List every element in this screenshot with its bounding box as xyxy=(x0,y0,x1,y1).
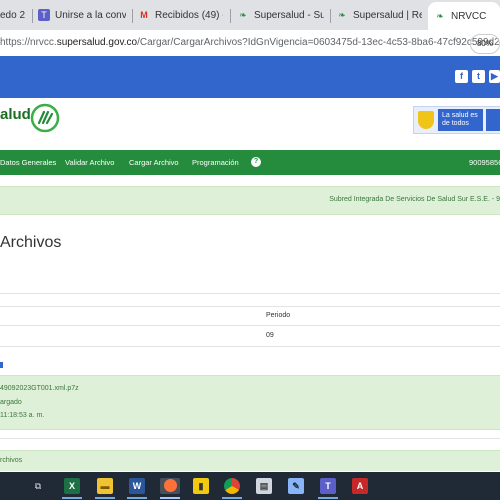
nav-cargar-archivo[interactable]: Cargar Archivo xyxy=(129,158,179,167)
gov-header-bar: f t ▶ xyxy=(0,56,500,98)
excel-icon[interactable]: X xyxy=(64,478,80,494)
supersalud-icon: ❧ xyxy=(338,10,346,20)
file-name: 49092023GT001.xml.p7z xyxy=(0,385,79,392)
browser-tab[interactable]: T Unirse a la conver ✕ xyxy=(38,3,126,27)
notepad-icon[interactable]: ✎ xyxy=(288,478,304,494)
youtube-icon[interactable]: ▶ xyxy=(489,70,500,83)
nav-user-id: 90095856 xyxy=(469,158,500,167)
tab-label: edo 2 xyxy=(0,9,26,21)
nav-validar-archivo[interactable]: Validar Archivo xyxy=(65,158,114,167)
coat-of-arms-icon xyxy=(418,111,434,129)
archivos-section-header: rchivos xyxy=(0,450,500,471)
gmail-icon: M xyxy=(140,10,148,20)
browser-tab[interactable]: M Recibidos (49) - r ✕ xyxy=(138,3,223,27)
word-icon[interactable]: W xyxy=(129,478,145,494)
entity-name: Subred Integrada De Servicios De Salud S… xyxy=(329,196,500,203)
uploaded-file-box: 49092023GT001.xml.p7z argado 11:18:53 a.… xyxy=(0,375,500,430)
tab-label: Supersalud - Supe xyxy=(254,9,324,21)
page-title: Archivos xyxy=(0,234,62,251)
file-time: 11:18:53 a. m. xyxy=(0,412,45,419)
section-title: rchivos xyxy=(0,457,23,464)
file-explorer-icon[interactable]: ▬ xyxy=(97,478,113,494)
url-domain: supersalud.gov.co xyxy=(56,37,138,48)
column-header-periodo: Periodo xyxy=(266,312,291,319)
nav-datos-generales[interactable]: Datos Generales xyxy=(0,158,56,167)
tab-label: Unirse a la conver xyxy=(55,9,126,21)
url-scheme: https://nrvcc. xyxy=(0,37,57,48)
supersalud-logo-text[interactable]: alud xyxy=(0,106,31,123)
zoom-indicator[interactable]: 80% xyxy=(470,34,500,54)
file-link-marker[interactable] xyxy=(0,362,3,368)
gov-co-badge[interactable]: La salud es de todos xyxy=(413,106,500,134)
main-nav: Datos Generales Validar Archivo Cargar A… xyxy=(0,150,500,175)
file-status: argado xyxy=(0,399,22,406)
browser-tab-strip: edo 2 ✕ T Unirse a la conver ✕ M Recibid… xyxy=(0,0,500,30)
supersalud-icon: ❧ xyxy=(436,11,444,21)
browser-tab[interactable]: ❧ Supersalud | Repo ✕ xyxy=(336,3,422,27)
firefox-icon[interactable] xyxy=(160,478,180,494)
teams-icon[interactable]: T xyxy=(320,478,336,494)
browser-tab[interactable]: edo 2 ✕ xyxy=(0,3,28,27)
supersalud-icon: ❧ xyxy=(239,10,247,20)
periodo-value: 09 xyxy=(266,332,274,339)
facebook-icon[interactable]: f xyxy=(455,70,468,83)
gov-badge-label: La salud es de todos xyxy=(438,109,483,131)
help-icon[interactable]: ? xyxy=(251,157,261,167)
tab-label: Supersalud | Repo xyxy=(353,9,422,21)
power-bi-icon[interactable]: ▮ xyxy=(193,478,209,494)
installer-icon[interactable]: ▤ xyxy=(256,478,272,494)
nav-programacion[interactable]: Programación xyxy=(192,158,239,167)
tab-label: Recibidos (49) - r xyxy=(155,9,223,21)
twitter-icon[interactable]: t xyxy=(472,70,485,83)
pdf-icon[interactable]: A xyxy=(352,478,368,494)
tab-label: NRVCC xyxy=(451,10,487,22)
windows-taskbar: ⧉ X ▬ W ▮ ▤ ✎ T A xyxy=(0,472,500,500)
browser-tab[interactable]: ❧ Supersalud - Supe ✕ xyxy=(237,3,324,27)
supersalud-logo-icon xyxy=(30,103,60,133)
task-view-icon[interactable]: ⧉ xyxy=(30,478,46,494)
teams-icon: T xyxy=(38,9,50,21)
address-bar[interactable]: https://nrvcc.supersalud.gov.co/Cargar/C… xyxy=(0,30,500,57)
entity-banner: Subred Integrada De Servicios De Salud S… xyxy=(0,186,500,215)
chrome-icon[interactable] xyxy=(224,478,240,494)
url-path: /Cargar/CargarArchivos?IdGnVigencia=0603… xyxy=(137,37,500,48)
browser-tab-active[interactable]: ❧ NRVCC xyxy=(428,2,500,30)
url-text[interactable]: https://nrvcc.supersalud.gov.co/Cargar/C… xyxy=(0,37,500,48)
close-tab-icon[interactable]: ✕ xyxy=(25,9,28,22)
